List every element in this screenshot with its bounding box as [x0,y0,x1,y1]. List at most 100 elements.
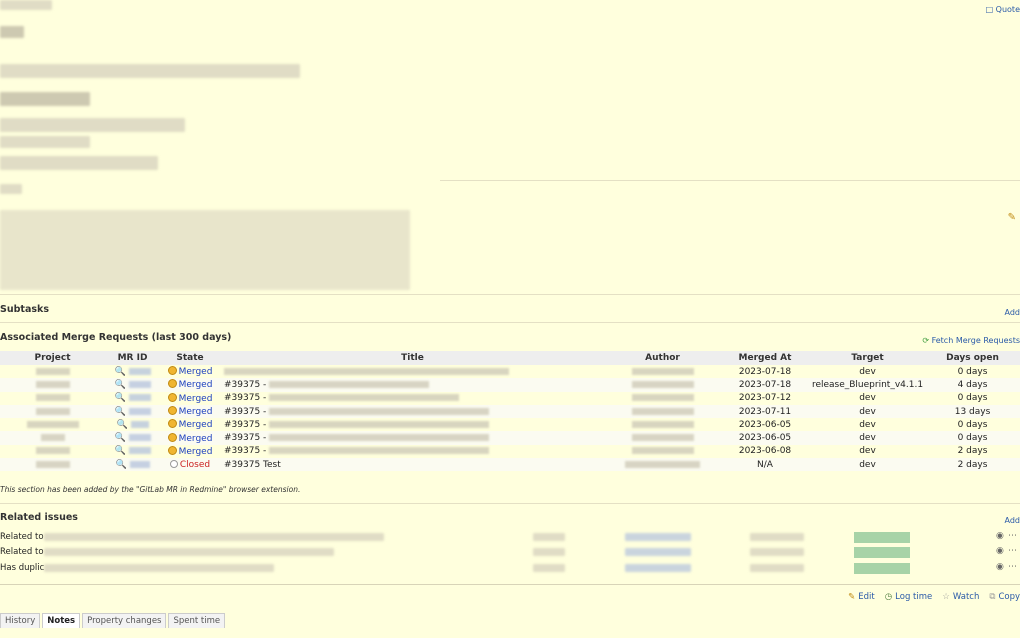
status-bar [854,563,910,574]
table-row: 🔍 Merged #39375 - 2023-07-18 release_Bluep… [0,378,1020,392]
redacted-text [750,564,804,572]
add-related-link[interactable]: Add [1005,516,1020,525]
table-row: 🔍 Merged #39375 - 2023-07-11 dev 13 days [0,404,1020,419]
more-icon[interactable]: ⋯ [1008,546,1017,556]
edit-action[interactable]: ✎ Edit [848,592,875,602]
column-days-open: Days open [925,351,1020,365]
project-cell [0,365,105,378]
more-icon[interactable]: ⋯ [1008,562,1017,572]
status-bar [854,532,910,543]
search-icon: 🔍 [115,459,127,470]
issue-actions: ✎ Edit ◷ Log time ☆ Watch ⧉ Copy [848,592,1020,602]
eye-icon[interactable]: ◉ [996,531,1004,541]
state-cell: Merged [160,418,220,431]
state-cell: Merged [160,404,220,419]
redacted-text [0,136,90,148]
state-cell: Merged [160,365,220,378]
merge-requests-table: Project MR ID State Title Author Merged … [0,351,1020,472]
redacted-text [0,92,90,106]
mr-id-cell[interactable]: 🔍 [105,418,160,431]
log-time-action[interactable]: ◷ Log time [885,592,933,602]
redacted-text [0,26,24,38]
eye-icon[interactable]: ◉ [996,546,1004,556]
search-icon: 🔍 [114,393,126,404]
search-icon: 🔍 [114,406,126,417]
project-cell [0,418,105,431]
merge-requests-title: Associated Merge Requests (last 300 days… [0,332,232,343]
mr-id-cell[interactable]: 🔍 [105,378,160,392]
title-cell[interactable]: #39375 Test [220,458,605,472]
state-cell: Merged [160,392,220,405]
watch-action[interactable]: ☆ Watch [942,592,979,602]
project-cell [0,431,105,445]
days-open-cell: 2 days [957,446,988,457]
project-cell [0,392,105,405]
comment-icon: □ [985,5,994,14]
redacted-text [0,184,22,194]
merged-at-cell: 2023-07-12 [738,393,792,404]
copy-icon: ⧉ [989,592,996,602]
search-icon: 🔍 [114,366,126,377]
more-icon[interactable]: ⋯ [1008,531,1017,541]
title-cell[interactable]: #39375 - [220,404,605,419]
title-cell[interactable]: #39375 - [220,431,605,445]
days-open-cell: 2 days [925,458,1020,472]
target-cell: release_Blueprint_v4.1.1 [810,378,925,392]
table-row: 🔍 Merged #39375 - 2023-06-08 dev 2 days [0,445,1020,458]
tab-spent-time[interactable]: Spent time [168,613,226,628]
redacted-text [0,118,185,132]
table-row: 🔍 Merged #39375 - 2023-06-05 dev 0 days [0,431,1020,445]
project-cell [0,458,105,472]
state-cell: Merged [160,431,220,445]
column-target: Target [810,351,925,365]
redacted-text [44,548,334,556]
redacted-text [0,0,52,10]
author-cell [605,418,720,431]
days-open-cell: 4 days [925,378,1020,392]
tab-history[interactable]: History [0,613,41,628]
target-cell: dev [810,431,925,445]
table-header-row: Project MR ID State Title Author Merged … [0,351,1020,365]
title-cell[interactable]: #39375 - [220,418,605,431]
title-cell[interactable]: #39375 - [220,378,605,392]
title-cell[interactable] [220,365,605,378]
mr-id-cell[interactable]: 🔍 [105,404,160,419]
merged-icon [167,366,177,376]
merged-at-cell: 2023-06-05 [720,431,810,445]
merged-at-cell: 2023-07-18 [738,366,792,377]
mr-id-cell[interactable]: 🔍 [105,365,160,378]
closed-icon [169,459,178,468]
quote-link[interactable]: □ Quote [986,5,1020,14]
column-state: State [160,351,220,365]
column-mr-id: MR ID [105,351,160,365]
redacted-text [750,548,804,556]
copy-action[interactable]: ⧉ Copy [989,592,1020,602]
related-issues-title: Related issues [0,512,78,523]
title-cell[interactable]: #39375 - [220,392,605,405]
edit-pencil-icon[interactable]: ✎ [1008,212,1016,223]
mr-id-cell[interactable]: 🔍 [105,445,160,458]
mr-id-cell[interactable]: 🔍 [105,431,160,445]
target-cell: dev [859,393,876,404]
target-cell: dev [859,446,876,457]
table-row: 🔍 Merged #39375 - 2023-07-12 dev 0 days [0,392,1020,405]
merged-icon [167,379,177,389]
title-cell[interactable]: #39375 - [220,445,605,458]
mr-id-cell[interactable]: 🔍 [105,458,160,472]
eye-icon[interactable]: ◉ [996,562,1004,572]
tab-notes[interactable]: Notes [42,613,81,628]
search-icon: 🔍 [114,433,126,444]
days-open-cell: 0 days [957,366,988,377]
column-project: Project [0,351,105,365]
author-cell [605,365,720,378]
mr-id-cell[interactable]: 🔍 [105,392,160,405]
table-row: 🔍 Merged #39375 - 2023-06-05 dev 0 days [0,418,1020,431]
target-cell: dev [859,419,876,430]
add-subtask-link[interactable]: Add [1005,308,1020,317]
state-cell: Merged [160,378,220,392]
redacted-description [0,210,410,290]
fetch-merge-requests-button[interactable]: ⟳ Fetch Merge Requests [922,336,1020,345]
merged-at-cell: N/A [720,458,810,472]
tab-property-changes[interactable]: Property changes [82,613,167,628]
project-cell [0,404,105,419]
